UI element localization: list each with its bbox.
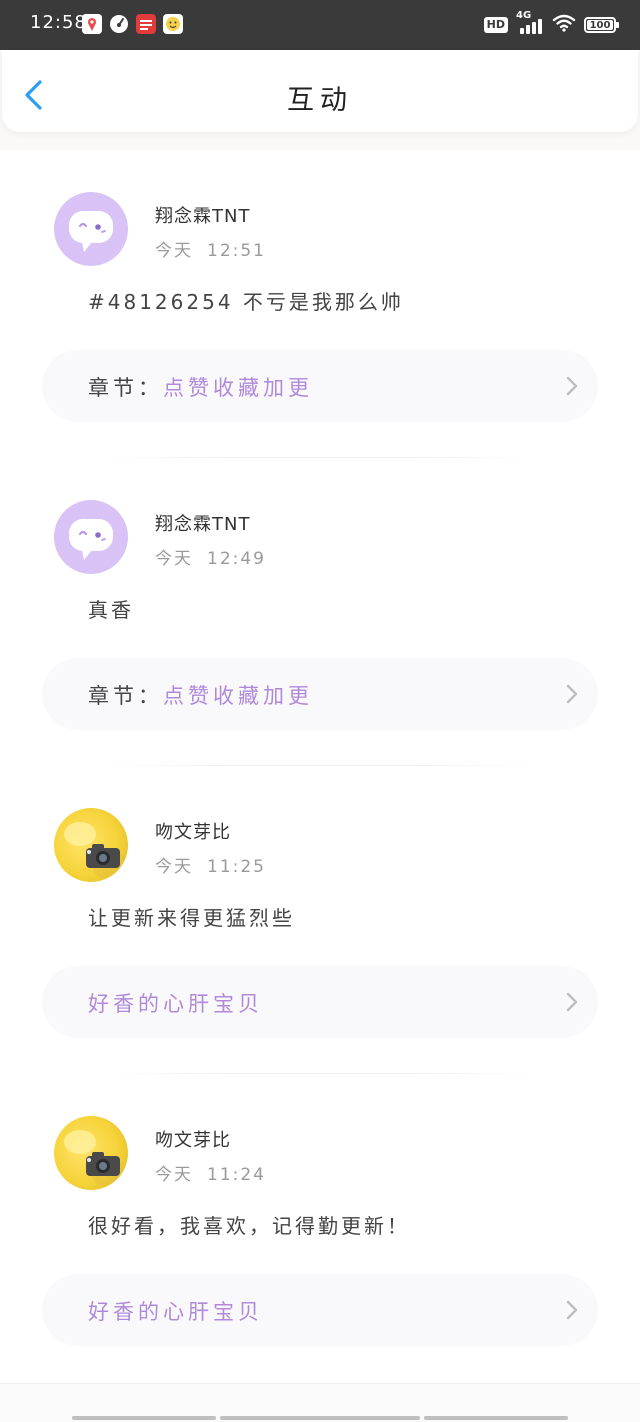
chapter-link[interactable]: 好香的心肝宝贝 (42, 966, 598, 1038)
chat-bubble-icon (69, 211, 113, 252)
system-nav-bar (0, 1383, 640, 1422)
chapter-name: 好香的心肝宝贝 (88, 992, 263, 1016)
nav-segment[interactable] (424, 1416, 568, 1420)
chapter-name: 点赞收藏加更 (163, 684, 313, 708)
chapter-link[interactable]: 章节：点赞收藏加更 (42, 658, 598, 730)
comment-text: 很好看，我喜欢，记得勤更新！ (88, 1214, 410, 1238)
wifi-icon (552, 14, 576, 36)
battery-level: 100 (589, 19, 611, 31)
chapter-prefix: 章节： (88, 376, 163, 400)
user-name[interactable]: 吻文芽比 (155, 1126, 231, 1152)
chevron-right-icon (566, 376, 578, 396)
network-type: 4G (516, 10, 532, 21)
user-name[interactable]: 吻文芽比 (155, 818, 231, 844)
list-item: 翔念霖TNT 今天 12:51 #48126254 不亏是我那么帅 章节：点赞收藏… (0, 150, 640, 458)
interaction-list: 翔念霖TNT 今天 12:51 #48126254 不亏是我那么帅 章节：点赞收藏… (0, 150, 640, 1382)
status-time: 12:58 (30, 12, 87, 33)
chevron-right-icon (566, 992, 578, 1012)
chapter-label: 章节：点赞收藏加更 (88, 680, 313, 710)
chapter-link[interactable]: 章节：点赞收藏加更 (42, 350, 598, 422)
status-indicators: HD 4G 100 (483, 10, 619, 38)
chapter-label: 章节：点赞收藏加更 (88, 372, 313, 402)
timestamp-time: 12:51 (207, 241, 266, 261)
battery-icon: 100 (584, 17, 619, 33)
avatar[interactable] (54, 1116, 128, 1190)
status-bar: 12:58 HD 4G 100 (0, 0, 640, 50)
chevron-right-icon (566, 1300, 578, 1320)
chat-bubble-icon (69, 519, 113, 560)
list-item: 吻文芽比 今天 11:24 很好看，我喜欢，记得勤更新！ 好香的心肝宝贝 (0, 1074, 640, 1382)
timestamp: 今天 12:49 (155, 544, 266, 569)
comment-text: 真香 (88, 598, 134, 622)
nav-segment[interactable] (72, 1416, 216, 1420)
chapter-label: 好香的心肝宝贝 (88, 988, 263, 1018)
timestamp: 今天 12:51 (155, 236, 266, 261)
chapter-link[interactable]: 好香的心肝宝贝 (42, 1274, 598, 1346)
timestamp: 今天 11:24 (155, 1160, 266, 1185)
timestamp-time: 11:25 (207, 857, 266, 877)
avatar[interactable] (54, 808, 128, 882)
top-bar: 互动 (2, 50, 638, 132)
user-name[interactable]: 翔念霖TNT (155, 510, 250, 536)
comment-text: 让更新来得更猛烈些 (88, 906, 295, 930)
timestamp-time: 11:24 (207, 1165, 266, 1185)
timestamp-day: 今天 (155, 1165, 193, 1185)
timestamp-day: 今天 (155, 857, 193, 877)
chapter-prefix: 章节： (88, 684, 163, 708)
nav-segment[interactable] (220, 1416, 420, 1420)
camera-photo-icon (64, 822, 128, 880)
chapter-name: 点赞收藏加更 (163, 376, 313, 400)
avatar[interactable] (54, 500, 128, 574)
chevron-right-icon (566, 684, 578, 704)
list-item: 吻文芽比 今天 11:25 让更新来得更猛烈些 好香的心肝宝贝 (0, 766, 640, 1074)
timestamp-time: 12:49 (207, 549, 266, 569)
map-pin-app-icon (82, 14, 102, 34)
chapter-name: 好香的心肝宝贝 (88, 1300, 263, 1324)
camera-photo-icon (64, 1130, 128, 1188)
timestamp-day: 今天 (155, 549, 193, 569)
signal-icon: 4G (516, 10, 544, 34)
page-title: 互动 (287, 85, 353, 116)
speedometer-app-icon (109, 14, 129, 34)
news-app-icon (136, 14, 156, 34)
comment-text: #48126254 不亏是我那么帅 (88, 290, 404, 314)
timestamp-day: 今天 (155, 241, 193, 261)
list-item: 翔念霖TNT 今天 12:49 真香 章节：点赞收藏加更 (0, 458, 640, 766)
avatar[interactable] (54, 192, 128, 266)
chapter-label: 好香的心肝宝贝 (88, 1296, 263, 1326)
emoji-app-icon (163, 14, 183, 34)
hd-badge: HD (483, 17, 508, 33)
timestamp: 今天 11:25 (155, 852, 266, 877)
user-name[interactable]: 翔念霖TNT (155, 202, 250, 228)
